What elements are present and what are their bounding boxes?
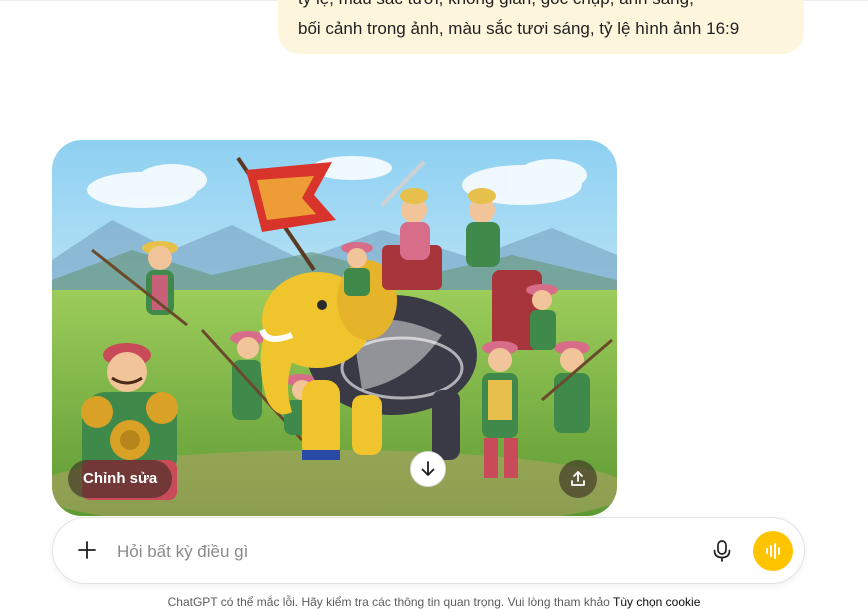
disclaimer-text: ChatGPT có thể mắc lỗi. Hãy kiểm tra các… — [167, 595, 610, 609]
user-message-line-1: tỷ lệ, màu sắc tươi, không gian, góc chụ… — [298, 0, 784, 14]
voice-mode-button[interactable] — [753, 531, 793, 571]
share-icon — [571, 471, 585, 486]
message-input[interactable] — [115, 536, 679, 568]
cookie-preferences-link[interactable]: Tùy chọn cookie — [613, 595, 700, 609]
edit-image-button[interactable]: Chỉnh sửa — [68, 460, 173, 498]
scroll-to-bottom-button[interactable] — [410, 451, 446, 487]
user-message-bubble: tỷ lệ, màu sắc tươi, không gian, góc chụ… — [278, 0, 804, 54]
plus-icon[interactable] — [75, 538, 99, 562]
voice-mode-icon — [766, 543, 780, 559]
user-message-line-2: bối cảnh trong ảnh, màu sắc tươi sáng, t… — [298, 19, 740, 38]
microphone-icon[interactable] — [709, 538, 735, 564]
arrow-down-icon — [421, 461, 435, 476]
footer-disclaimer: ChatGPT có thể mắc lỗi. Hãy kiểm tra các… — [0, 595, 868, 609]
share-image-button[interactable] — [559, 460, 597, 498]
message-composer — [52, 517, 805, 584]
